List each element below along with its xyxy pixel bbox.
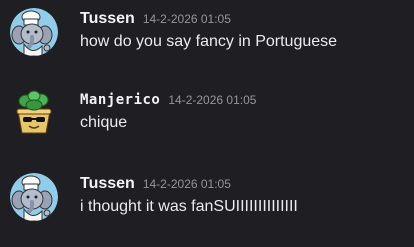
- username[interactable]: Manjerico: [80, 92, 160, 108]
- username[interactable]: Tussen: [80, 10, 135, 27]
- timestamp: 14-2-2026 01:05: [142, 12, 231, 26]
- chef-elephant-icon: [10, 173, 58, 221]
- message-header: Manjerico 14-2-2026 01:05: [80, 89, 256, 111]
- avatar[interactable]: [10, 89, 58, 137]
- basil-plant-icon: [10, 89, 58, 137]
- avatar[interactable]: [10, 8, 58, 56]
- chat-message[interactable]: Tussen 14-2-2026 01:05 how do you say fan…: [0, 4, 414, 68]
- avatar[interactable]: [10, 173, 58, 221]
- chat-message[interactable]: Manjerico 14-2-2026 01:05 chique: [0, 85, 414, 149]
- message-header: Tussen 14-2-2026 01:05: [80, 8, 231, 30]
- message-list: Tussen 14-2-2026 01:05 how do you say fan…: [0, 0, 414, 247]
- timestamp: 14-2-2026 01:05: [168, 93, 257, 107]
- message-text: chique: [80, 114, 128, 131]
- chat-message[interactable]: Tussen 14-2-2026 01:05 i thought it was f…: [0, 169, 414, 233]
- message-header: Tussen 14-2-2026 01:05: [80, 173, 231, 195]
- message-text: i thought it was fanSUIIIIIIIIIIIIII: [80, 198, 298, 215]
- message-text: how do you say fancy in Portuguese: [80, 33, 338, 50]
- chef-elephant-icon: [10, 8, 58, 56]
- username[interactable]: Tussen: [80, 175, 135, 192]
- timestamp: 14-2-2026 01:05: [142, 177, 231, 191]
